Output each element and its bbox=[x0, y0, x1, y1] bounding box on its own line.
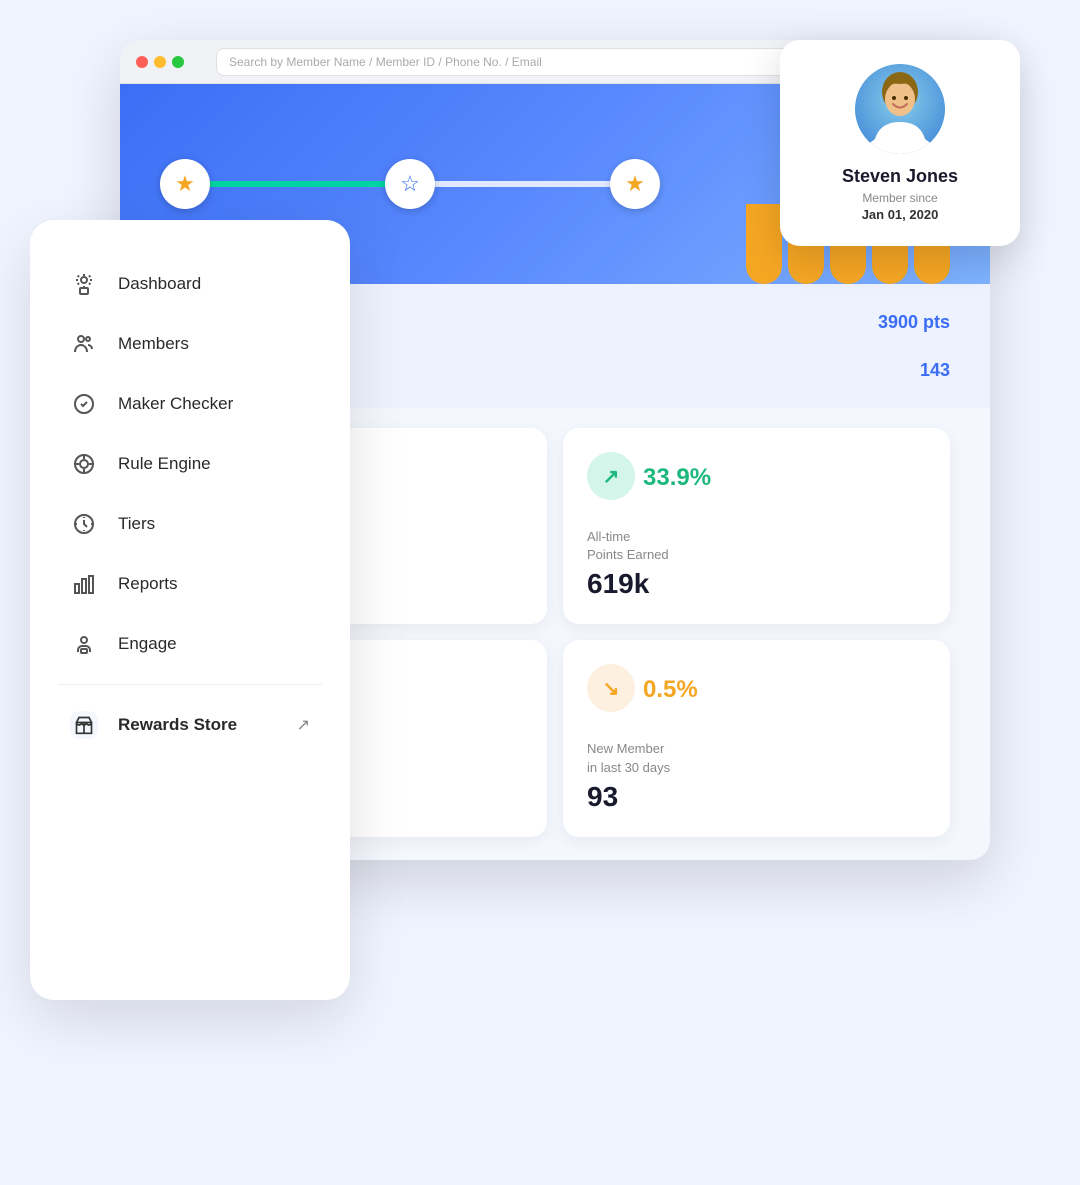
sidebar-item-members[interactable]: Members bbox=[58, 316, 322, 372]
reports-label: Reports bbox=[118, 574, 178, 594]
profile-since-date: Jan 01, 2020 bbox=[862, 207, 939, 222]
sidebar-item-rewards-store[interactable]: Rewards Store ↗ bbox=[58, 697, 322, 753]
tiers-icon bbox=[70, 510, 98, 538]
tier-star-1: ★ bbox=[160, 159, 210, 209]
engage-label: Engage bbox=[118, 634, 177, 654]
metric-card-new-members: ↘ 0.5% New Memberin last 30 days 93 bbox=[563, 640, 950, 836]
profile-avatar bbox=[855, 64, 945, 154]
metric-label-4: New Memberin last 30 days bbox=[587, 740, 926, 776]
metric-label-2: All-timePoints Earned bbox=[587, 528, 926, 564]
sidebar-card: Dashboard Members Maker Checker bbox=[30, 220, 350, 1000]
metric-value-4: 93 bbox=[587, 781, 926, 813]
tier-line-2 bbox=[435, 181, 610, 187]
maker-checker-icon bbox=[70, 390, 98, 418]
trend-up-icon-2: ↗ bbox=[603, 464, 620, 489]
metric-value-2: 619k bbox=[587, 568, 926, 600]
tiers-label: Tiers bbox=[118, 514, 155, 534]
members-icon bbox=[70, 330, 98, 358]
profile-name: Steven Jones bbox=[842, 166, 958, 187]
members-label: Members bbox=[118, 334, 189, 354]
external-link-icon: ↗ bbox=[297, 715, 310, 735]
search-placeholder: Search by Member Name / Member ID / Phon… bbox=[229, 55, 542, 69]
maker-checker-label: Maker Checker bbox=[118, 394, 233, 414]
sidebar-item-tiers[interactable]: Tiers bbox=[58, 496, 322, 552]
dashboard-icon bbox=[70, 270, 98, 298]
purchase-freq-value: 143 bbox=[920, 360, 950, 381]
tier-line-1 bbox=[210, 181, 385, 187]
window-controls bbox=[136, 56, 184, 68]
sidebar-item-maker-checker[interactable]: Maker Checker bbox=[58, 376, 322, 432]
trend-down-icon-4: ↘ bbox=[603, 676, 620, 701]
sidebar-item-reports[interactable]: Reports bbox=[58, 556, 322, 612]
sidebar-item-rule-engine[interactable]: Rule Engine bbox=[58, 436, 322, 492]
sidebar-item-dashboard[interactable]: Dashboard bbox=[58, 256, 322, 312]
profile-since-label: Member since bbox=[862, 191, 937, 205]
sidebar-divider bbox=[58, 684, 322, 685]
close-button[interactable] bbox=[136, 56, 148, 68]
rule-engine-label: Rule Engine bbox=[118, 454, 211, 474]
tier-star-3: ★ bbox=[610, 159, 660, 209]
metric-card-points-earned: ↗ 33.9% All-timePoints Earned 619k bbox=[563, 428, 950, 624]
maximize-button[interactable] bbox=[172, 56, 184, 68]
earned-points-value: 3900 pts bbox=[878, 312, 950, 333]
trend-badge-4: ↘ bbox=[587, 664, 635, 712]
metric-percent-4: 0.5% bbox=[643, 676, 698, 704]
rewards-store-icon bbox=[70, 711, 98, 739]
rewards-store-label: Rewards Store bbox=[118, 715, 237, 735]
minimize-button[interactable] bbox=[154, 56, 166, 68]
engage-icon bbox=[70, 630, 98, 658]
profile-card: Steven Jones Member since Jan 01, 2020 bbox=[780, 40, 1020, 246]
trend-badge-2: ↗ bbox=[587, 452, 635, 500]
metric-percent-2: 33.9% bbox=[643, 464, 711, 492]
sidebar-item-engage[interactable]: Engage bbox=[58, 616, 322, 672]
dashboard-label: Dashboard bbox=[118, 274, 201, 294]
reports-icon bbox=[70, 570, 98, 598]
tier-star-2: ☆ bbox=[385, 159, 435, 209]
rule-engine-icon bbox=[70, 450, 98, 478]
tier-progress: ★ ☆ ★ bbox=[160, 159, 660, 209]
